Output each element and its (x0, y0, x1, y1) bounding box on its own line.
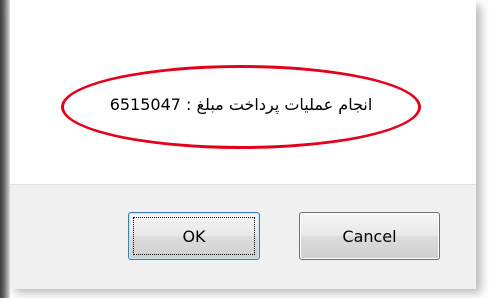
confirm-dialog: انجام عملیات پرداخت مبلغ : 6515047 OK Ca… (10, 0, 476, 289)
cancel-button-label: Cancel (342, 226, 397, 246)
window-edge (0, 0, 10, 298)
ok-button[interactable]: OK (128, 212, 260, 260)
dialog-message: انجام عملیات پرداخت مبلغ : 6515047 (109, 95, 373, 114)
cancel-button[interactable]: Cancel (299, 212, 440, 260)
ok-button-label: OK (182, 226, 206, 246)
screenshot-stage: انجام عملیات پرداخت مبلغ : 6515047 OK Ca… (0, 0, 489, 298)
